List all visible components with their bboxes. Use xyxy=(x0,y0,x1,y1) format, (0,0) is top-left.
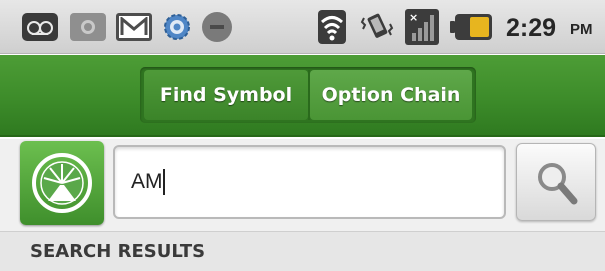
tab-find-symbol[interactable]: Find Symbol xyxy=(144,70,308,120)
wifi-icon xyxy=(318,10,346,44)
clock-ampm: PM xyxy=(570,21,593,38)
status-bar: × 2:29 PM xyxy=(0,0,605,54)
app-logo-button[interactable] xyxy=(20,141,104,225)
search-results-header: SEARCH RESULTS xyxy=(0,231,605,271)
search-button[interactable] xyxy=(516,143,596,221)
block-icon xyxy=(202,12,232,42)
vibrate-icon xyxy=(360,10,394,44)
signal-icon: × xyxy=(405,9,439,45)
svg-text:×: × xyxy=(409,11,418,24)
settings-icon xyxy=(162,12,192,42)
search-results-title: SEARCH RESULTS xyxy=(30,241,206,262)
clock-time: 2:29 xyxy=(506,14,557,42)
search-icon xyxy=(538,163,578,205)
battery-icon xyxy=(450,14,492,40)
search-input[interactable] xyxy=(113,145,506,219)
search-row xyxy=(0,139,605,231)
gmail-icon xyxy=(116,13,152,41)
toolbar: Find Symbol Option Chain xyxy=(0,55,605,137)
segmented-control: Find Symbol Option Chain xyxy=(140,67,476,123)
voicemail-icon xyxy=(22,13,58,41)
photo-icon xyxy=(70,13,106,41)
text-cursor xyxy=(163,169,165,195)
tab-option-chain[interactable]: Option Chain xyxy=(310,70,472,120)
app-logo-icon xyxy=(32,153,92,213)
